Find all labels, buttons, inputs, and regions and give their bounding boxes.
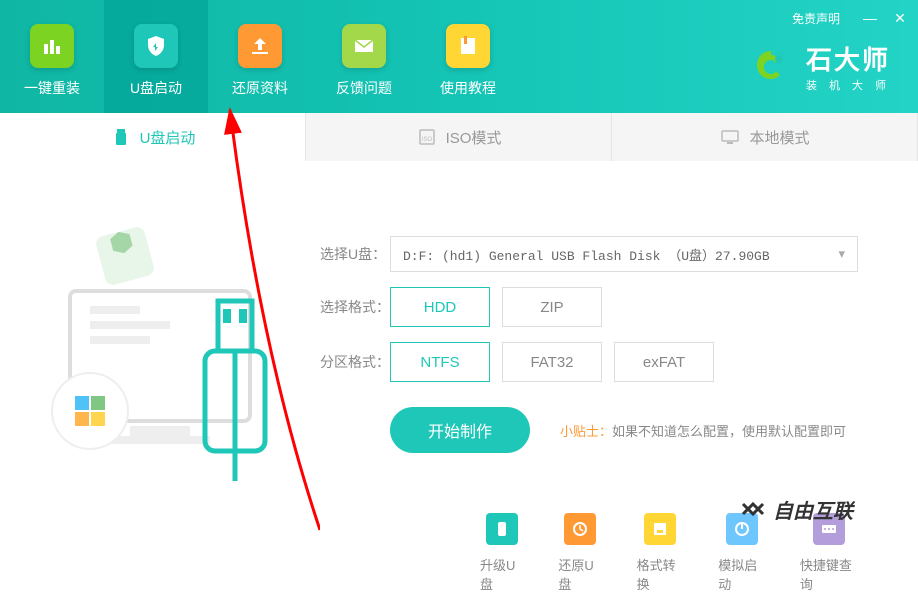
minimize-button[interactable]: — xyxy=(860,8,880,28)
nav-label: 反馈问题 xyxy=(336,78,392,98)
illustration xyxy=(0,161,306,579)
tool-label: 格式转换 xyxy=(637,555,684,593)
watermark: 自由互联 xyxy=(738,494,853,524)
nav-tab-tutorial[interactable]: 使用教程 xyxy=(416,0,520,113)
sub-tab-iso[interactable]: ISO ISO模式 xyxy=(306,113,612,161)
format-label: 选择格式： xyxy=(320,297,390,317)
tip-text: 如果不知道怎么配置，使用默认配置即可 xyxy=(612,421,846,440)
partition-options: NTFS FAT32 exFAT xyxy=(390,342,714,382)
close-button[interactable]: ✕ xyxy=(890,8,910,28)
partition-option-fat32[interactable]: FAT32 xyxy=(502,342,602,382)
format-option-hdd[interactable]: HDD xyxy=(390,287,490,327)
tool-restore-usb[interactable]: 还原U盘 xyxy=(558,513,601,593)
format-row: 选择格式： HDD ZIP xyxy=(320,287,858,327)
nav-label: 一键重装 xyxy=(24,78,80,98)
partition-row: 分区格式： NTFS FAT32 exFAT xyxy=(320,342,858,382)
action-row: 开始制作 小贴士： 如果不知道怎么配置，使用默认配置即可 xyxy=(390,407,858,453)
tool-upgrade-usb[interactable]: 升级U盘 xyxy=(480,513,523,593)
sub-tab-label: U盘启动 xyxy=(140,127,196,148)
sub-tab-label: 本地模式 xyxy=(749,127,809,148)
monitor-icon xyxy=(719,126,741,148)
window-controls: 免责声明 — ✕ xyxy=(792,8,910,28)
restore-icon xyxy=(564,513,596,545)
usb-value: D:F: (hd1) General USB Flash Disk （U盘）27… xyxy=(403,245,770,264)
nav-tabs: 一键重装 U盘启动 还原资料 反馈问题 使用教程 xyxy=(0,0,520,113)
brand-icon xyxy=(746,42,796,92)
sub-tab-label: ISO模式 xyxy=(446,127,502,148)
partition-option-ntfs[interactable]: NTFS xyxy=(390,342,490,382)
upload-icon xyxy=(238,24,282,68)
tool-simulate-boot[interactable]: 模拟启动 xyxy=(718,513,765,593)
brand-name: 石大师 xyxy=(806,40,898,77)
brand: 石大师 装机大师 xyxy=(746,40,898,93)
usb-select-row: 选择U盘： D:F: (hd1) General USB Flash Disk … xyxy=(320,236,858,272)
partition-label: 分区格式： xyxy=(320,352,390,372)
book-icon xyxy=(446,24,490,68)
partition-option-exfat[interactable]: exFAT xyxy=(614,342,714,382)
disclaimer-link[interactable]: 免责声明 xyxy=(792,10,840,27)
usb-select[interactable]: D:F: (hd1) General USB Flash Disk （U盘）27… xyxy=(390,236,858,272)
brand-text: 石大师 装机大师 xyxy=(806,40,898,93)
sub-tabs: U盘启动 ISO ISO模式 本地模式 xyxy=(0,113,918,161)
shield-icon xyxy=(134,24,178,68)
start-button[interactable]: 开始制作 xyxy=(390,407,530,453)
iso-icon: ISO xyxy=(416,126,438,148)
tool-label: 还原U盘 xyxy=(558,555,601,593)
sub-tab-usb[interactable]: U盘启动 xyxy=(0,113,306,161)
nav-tab-reinstall[interactable]: 一键重装 xyxy=(0,0,104,113)
format-option-zip[interactable]: ZIP xyxy=(502,287,602,327)
header: 免责声明 — ✕ 一键重装 U盘启动 还原资料 反馈问题 xyxy=(0,0,918,113)
usb-upgrade-icon xyxy=(486,513,518,545)
tool-label: 快捷键查询 xyxy=(800,555,858,593)
tool-icons: 升级U盘 还原U盘 格式转换 模拟启动 xyxy=(480,513,858,593)
envelope-icon xyxy=(342,24,386,68)
nav-label: U盘启动 xyxy=(130,78,182,98)
chart-icon xyxy=(30,24,74,68)
tool-label: 升级U盘 xyxy=(480,555,523,593)
nav-tab-usb-boot[interactable]: U盘启动 xyxy=(104,0,208,113)
svg-text:ISO: ISO xyxy=(421,137,432,143)
tool-label: 模拟启动 xyxy=(718,555,765,593)
chevron-down-icon: ▾ xyxy=(838,247,845,262)
tool-format-convert[interactable]: 格式转换 xyxy=(637,513,684,593)
usb-label: 选择U盘： xyxy=(320,244,390,264)
nav-tab-feedback[interactable]: 反馈问题 xyxy=(312,0,416,113)
sub-tab-local[interactable]: 本地模式 xyxy=(612,113,918,161)
brand-subtitle: 装机大师 xyxy=(806,77,898,93)
nav-label: 还原资料 xyxy=(232,78,288,98)
convert-icon xyxy=(644,513,676,545)
tool-shortcut-query[interactable]: 快捷键查询 xyxy=(800,513,858,593)
usb-icon xyxy=(110,126,132,148)
nav-tab-restore[interactable]: 还原资料 xyxy=(208,0,312,113)
nav-label: 使用教程 xyxy=(440,78,496,98)
tip-label: 小贴士： xyxy=(560,421,612,440)
format-options: HDD ZIP xyxy=(390,287,602,327)
